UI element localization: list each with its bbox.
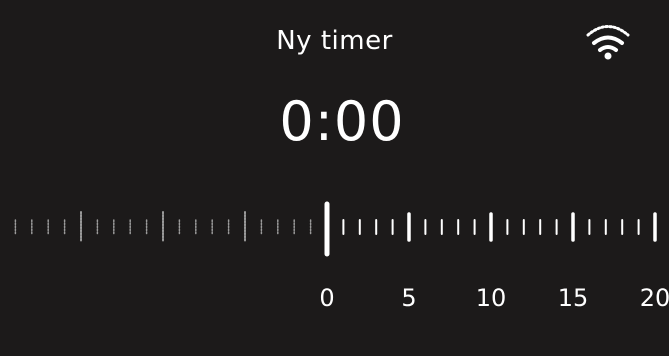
timer-display: 0:00: [279, 90, 405, 153]
wifi-icon: [586, 25, 630, 60]
timer-screen: Ny timer 0:00 0 5 10 15 20: [0, 0, 669, 356]
page-title: Ny timer: [276, 26, 393, 56]
ruler-label: 15: [558, 284, 589, 310]
ruler-label: 20: [640, 284, 669, 310]
time-ruler-slider[interactable]: 0 5 10 15 20: [0, 190, 669, 310]
ruler-label: 5: [401, 284, 416, 310]
ruler-label: 0: [319, 284, 334, 310]
ruler-label: 10: [476, 284, 507, 310]
